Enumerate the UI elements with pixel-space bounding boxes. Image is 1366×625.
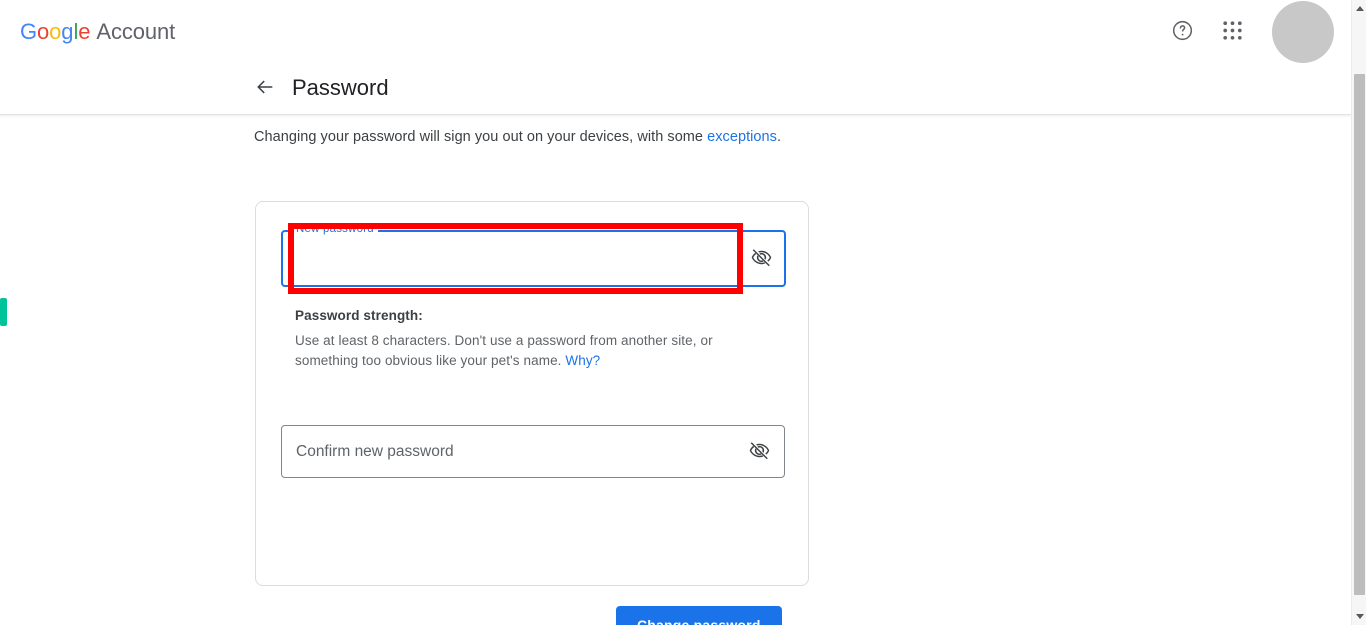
google-apps-button[interactable] — [1216, 16, 1248, 48]
page-title: Password — [292, 75, 389, 100]
logo-letter-g2: g — [61, 19, 74, 44]
password-strength-hint: Use at least 8 characters. Don't use a p… — [295, 331, 743, 371]
scrollbar-find-marker — [0, 298, 7, 326]
google-account-logo[interactable]: Google Account — [20, 19, 175, 45]
eye-off-icon — [750, 246, 773, 272]
new-password-field[interactable]: New password — [281, 222, 786, 287]
logo-letter-e: e — [78, 19, 91, 44]
help-circle-icon — [1171, 19, 1194, 45]
strength-hint-text: Use at least 8 characters. Don't use a p… — [295, 333, 713, 368]
scroll-up-button[interactable] — [1352, 0, 1366, 17]
confirm-password-field[interactable] — [281, 425, 785, 478]
product-name-label: Account — [96, 19, 176, 44]
page-subheader: Password — [0, 64, 1351, 115]
logo-letter-o2: o — [49, 19, 62, 44]
help-button[interactable] — [1166, 16, 1198, 48]
eye-off-icon — [748, 439, 771, 465]
password-form-card: New password Password strength: Use at l… — [255, 201, 809, 625]
page-body: Changing your password will sign you out… — [0, 116, 1351, 625]
avatar[interactable] — [1272, 1, 1334, 63]
new-password-label: New password — [292, 222, 378, 236]
exceptions-link[interactable]: exceptions — [707, 129, 777, 145]
description-text-after: . — [776, 129, 782, 145]
confirm-password-visibility-toggle[interactable] — [744, 437, 774, 467]
password-description: Changing your password will sign you out… — [254, 125, 786, 149]
google-wordmark: Google — [20, 19, 90, 44]
back-arrow-icon — [254, 76, 276, 103]
scrollbar-thumb[interactable] — [1354, 74, 1365, 595]
confirm-password-input[interactable] — [296, 426, 726, 477]
top-bar-actions — [1166, 0, 1334, 64]
password-strength-label: Password strength: — [295, 308, 423, 323]
vertical-scrollbar[interactable] — [1351, 0, 1366, 625]
scroll-up-arrow-icon — [1355, 6, 1364, 11]
why-link[interactable]: Why? — [565, 353, 600, 368]
scroll-down-arrow-icon — [1355, 614, 1364, 619]
logo-letter-g1: G — [20, 19, 38, 44]
browser-viewport: Choose a strong password and don't reuse… — [0, 0, 1366, 625]
description-text-before: Changing your password will sign you out… — [254, 129, 708, 145]
back-button[interactable] — [252, 76, 278, 102]
top-app-bar: Google Account — [0, 0, 1351, 64]
logo-letter-o1: o — [37, 19, 50, 44]
new-password-input[interactable] — [295, 232, 735, 283]
change-password-button[interactable]: Change password — [616, 606, 782, 625]
google-apps-grid-icon — [1222, 20, 1243, 44]
scroll-down-button[interactable] — [1352, 608, 1366, 625]
new-password-visibility-toggle[interactable] — [746, 244, 776, 274]
